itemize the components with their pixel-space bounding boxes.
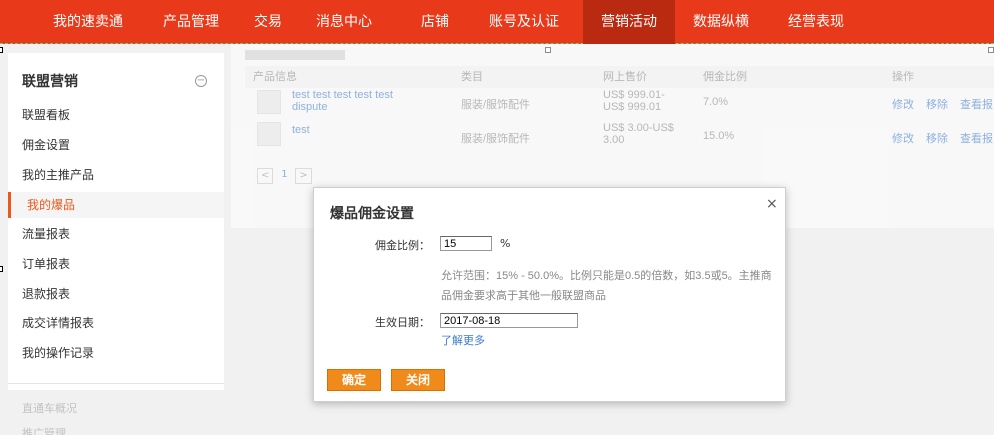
- nav-product-management[interactable]: 产品管理: [152, 0, 230, 44]
- column-header-product: 产品信息: [253, 71, 297, 83]
- column-header-actions: 操作: [892, 71, 914, 83]
- sidebar-item-promotion-management[interactable]: 推广管理: [22, 425, 66, 435]
- effective-date-input[interactable]: [440, 313, 578, 328]
- sidebar-item-dashboard[interactable]: 联盟看板: [8, 102, 224, 128]
- sidebar-item-featured-products[interactable]: 我的主推产品: [8, 162, 224, 188]
- nav-data-insights[interactable]: 数据纵横: [680, 0, 762, 44]
- view-report-link[interactable]: 查看报: [960, 130, 993, 146]
- sidebar-item-transaction-details[interactable]: 成交详情报表: [8, 310, 224, 336]
- view-report-link[interactable]: 查看报: [960, 96, 993, 112]
- sidebar-item-commission-settings[interactable]: 佣金设置: [8, 132, 224, 158]
- sidebar-item-hot-products[interactable]: 我的爆品: [8, 192, 224, 218]
- edit-link[interactable]: 修改: [892, 130, 914, 146]
- sidebar-divider: [8, 383, 224, 384]
- nav-transactions[interactable]: 交易: [242, 0, 294, 44]
- selection-handle: [0, 47, 3, 53]
- nav-marketing-activities[interactable]: 营销活动: [583, 0, 675, 44]
- pager-page-number[interactable]: 1: [277, 168, 291, 184]
- remove-link[interactable]: 移除: [926, 130, 948, 146]
- pagination: < 1 >: [257, 168, 312, 184]
- product-category: 服装/服饰配件: [461, 99, 531, 111]
- effective-date-label: 生效日期：: [375, 317, 430, 329]
- tab-strip: [245, 50, 345, 60]
- product-name-link[interactable]: test test test test test dispute: [292, 89, 422, 113]
- product-name-link[interactable]: test: [292, 124, 310, 136]
- sidebar-item-order-report[interactable]: 订单报表: [8, 251, 224, 277]
- nav-business-performance[interactable]: 经营表现: [775, 0, 857, 44]
- sidebar-item-refund-report[interactable]: 退款报表: [8, 281, 224, 307]
- column-header-price: 网上售价: [603, 71, 647, 83]
- column-header-category: 类目: [461, 71, 483, 83]
- nav-my-aliexpress[interactable]: 我的速卖通: [38, 0, 138, 44]
- product-commission: 15.0%: [703, 130, 735, 142]
- hot-product-commission-dialog: 爆品佣金设置 × 佣金比例： % 允许范围：15% - 50.0%。比例只能是0…: [313, 187, 786, 402]
- close-icon[interactable]: ×: [766, 196, 778, 212]
- sidebar-item-express-overview[interactable]: 直通车概况: [22, 400, 77, 416]
- product-price: US$ 999.01-US$ 999.01: [603, 89, 665, 113]
- selection-handle: [0, 266, 3, 272]
- remove-link[interactable]: 移除: [926, 96, 948, 112]
- pager-next-button[interactable]: >: [295, 168, 312, 184]
- percent-unit: %: [500, 237, 511, 250]
- column-header-commission: 佣金比例: [703, 71, 747, 83]
- learn-more-link[interactable]: 了解更多: [441, 332, 485, 348]
- top-navigation-bar: 我的速卖通 产品管理 交易 消息中心 店铺 账号及认证 营销活动 数据纵横 经营…: [0, 0, 994, 44]
- edit-link[interactable]: 修改: [892, 96, 914, 112]
- commission-range-hint: 允许范围：15% - 50.0%。比例只能是0.5的倍数，如3.5或5。主推商品…: [441, 270, 772, 302]
- product-thumbnail[interactable]: [257, 122, 281, 146]
- product-commission: 7.0%: [703, 96, 729, 108]
- product-category: 服装/服饰配件: [461, 133, 531, 145]
- sidebar-item-traffic-report[interactable]: 流量报表: [8, 221, 224, 247]
- commission-rate-label: 佣金比例：: [375, 240, 430, 252]
- nav-store[interactable]: 店铺: [410, 0, 460, 44]
- nav-account-verification[interactable]: 账号及认证: [474, 0, 574, 44]
- product-price: US$ 3.00-US$ 3.00: [603, 122, 674, 146]
- commission-rate-input[interactable]: [440, 236, 492, 251]
- close-button[interactable]: 关闭: [391, 369, 445, 391]
- dialog-title: 爆品佣金设置: [330, 206, 414, 222]
- sidebar-title: 联盟营销: [22, 74, 78, 90]
- product-thumbnail[interactable]: [257, 90, 281, 114]
- pager-prev-button[interactable]: <: [257, 168, 274, 184]
- sidebar: 联盟营销 − 联盟看板 佣金设置 我的主推产品 我的爆品 流量报表 订单报表 退…: [8, 53, 224, 390]
- confirm-button[interactable]: 确定: [327, 369, 381, 391]
- nav-message-center[interactable]: 消息中心: [305, 0, 383, 44]
- collapse-icon[interactable]: −: [195, 75, 207, 87]
- sidebar-item-operation-log[interactable]: 我的操作记录: [8, 340, 224, 366]
